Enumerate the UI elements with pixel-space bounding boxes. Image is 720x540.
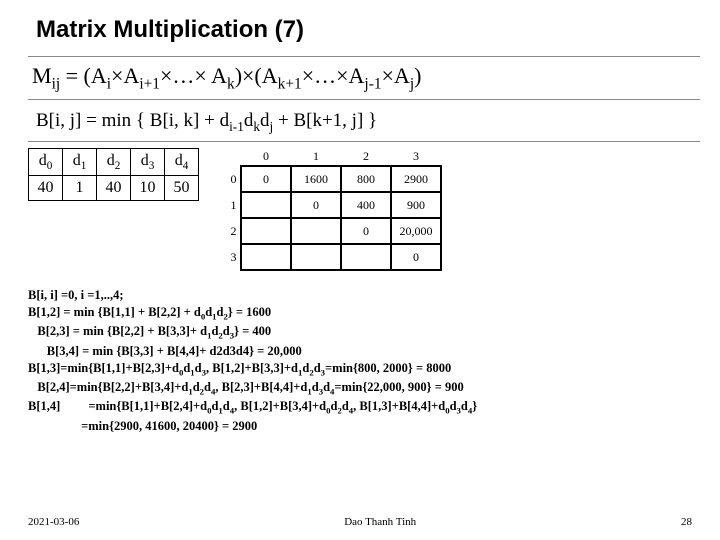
main-formula: Mij = (Ai×Ai+1×…× Ak)×(Ak+1×…×Aj-1×Aj) [28, 56, 700, 100]
calculation-steps: B[i, i] =0, i =1,..,4; B[1,2] = min {B[1… [28, 287, 700, 434]
row-header: 2 [227, 218, 241, 244]
table-row: 2 0 20,000 [227, 218, 441, 244]
table-row: 1 0 400 900 [227, 192, 441, 218]
row-header: 3 [227, 244, 241, 270]
calc-line: B[1,2] = min {B[1,1] + B[2,2] + d0d1d2} … [28, 304, 700, 323]
calc-line: B[1,4] =min{B[1,1]+B[2,4]+d0d1d4, B[1,2]… [28, 398, 700, 417]
col-header: 1 [291, 148, 341, 166]
d-header: d0 [29, 149, 63, 176]
table-row: 0 1 2 3 [227, 148, 441, 166]
col-header: 2 [341, 148, 391, 166]
table-row: 0 0 1600 800 2900 [227, 166, 441, 192]
tables-wrap: d0 d1 d2 d3 d4 40 1 40 10 50 0 1 2 3 0 0… [28, 148, 700, 271]
d-values-table: d0 d1 d2 d3 d4 40 1 40 10 50 [28, 148, 199, 201]
d-header: d1 [63, 149, 97, 176]
d-header: d4 [165, 149, 199, 176]
corner-blank [227, 148, 241, 166]
table-row: 3 0 [227, 244, 441, 270]
calc-line: B[2,4]=min{B[2,2]+B[3,4]+d1d2d4, B[2,3]+… [28, 379, 700, 398]
row-header: 0 [227, 166, 241, 192]
b-cell: 0 [291, 192, 341, 218]
b-cell: 400 [341, 192, 391, 218]
b-cell: 0 [241, 166, 291, 192]
col-header: 3 [391, 148, 441, 166]
b-cell: 0 [391, 244, 441, 270]
table-row: d0 d1 d2 d3 d4 [29, 149, 199, 176]
d-value: 40 [97, 176, 131, 201]
slide-footer: 2021-03-06 Dao Thanh Tinh 28 [0, 516, 720, 528]
calc-line: =min{2900, 41600, 20400} = 2900 [28, 418, 700, 435]
b-cell [241, 244, 291, 270]
d-value: 40 [29, 176, 63, 201]
d-value: 1 [63, 176, 97, 201]
b-matrix-table: 0 1 2 3 0 0 1600 800 2900 1 0 400 900 2 … [227, 148, 442, 271]
d-value: 50 [165, 176, 199, 201]
row-header: 1 [227, 192, 241, 218]
b-cell [241, 192, 291, 218]
b-cell: 2900 [391, 166, 441, 192]
table-row: 40 1 40 10 50 [29, 176, 199, 201]
d-header: d2 [97, 149, 131, 176]
d-value: 10 [131, 176, 165, 201]
footer-date: 2021-03-06 [28, 516, 79, 528]
b-cell: 20,000 [391, 218, 441, 244]
b-cell [241, 218, 291, 244]
calc-line: B[i, i] =0, i =1,..,4; [28, 287, 700, 304]
b-cell [341, 244, 391, 270]
b-cell: 1600 [291, 166, 341, 192]
slide-title: Matrix Multiplication (7) [36, 16, 700, 44]
b-cell: 900 [391, 192, 441, 218]
calc-line: B[1,3]=min{B[1,1]+B[2,3]+d0d1d3, B[1,2]+… [28, 360, 700, 379]
recurrence-formula: B[i, j] = min { B[i, k] + di-1dkdj + B[k… [28, 104, 700, 142]
d-header: d3 [131, 149, 165, 176]
b-cell: 800 [341, 166, 391, 192]
col-header: 0 [241, 148, 291, 166]
b-cell: 0 [341, 218, 391, 244]
b-cell [291, 218, 341, 244]
b-cell [291, 244, 341, 270]
calc-line: B[3,4] = min {B[3,3] + B[4,4]+ d2d3d4} =… [28, 343, 700, 360]
footer-pageno: 28 [681, 516, 692, 528]
calc-line: B[2,3] = min {B[2,2] + B[3,3]+ d1d2d3} =… [28, 323, 700, 342]
footer-author: Dao Thanh Tinh [344, 516, 416, 528]
